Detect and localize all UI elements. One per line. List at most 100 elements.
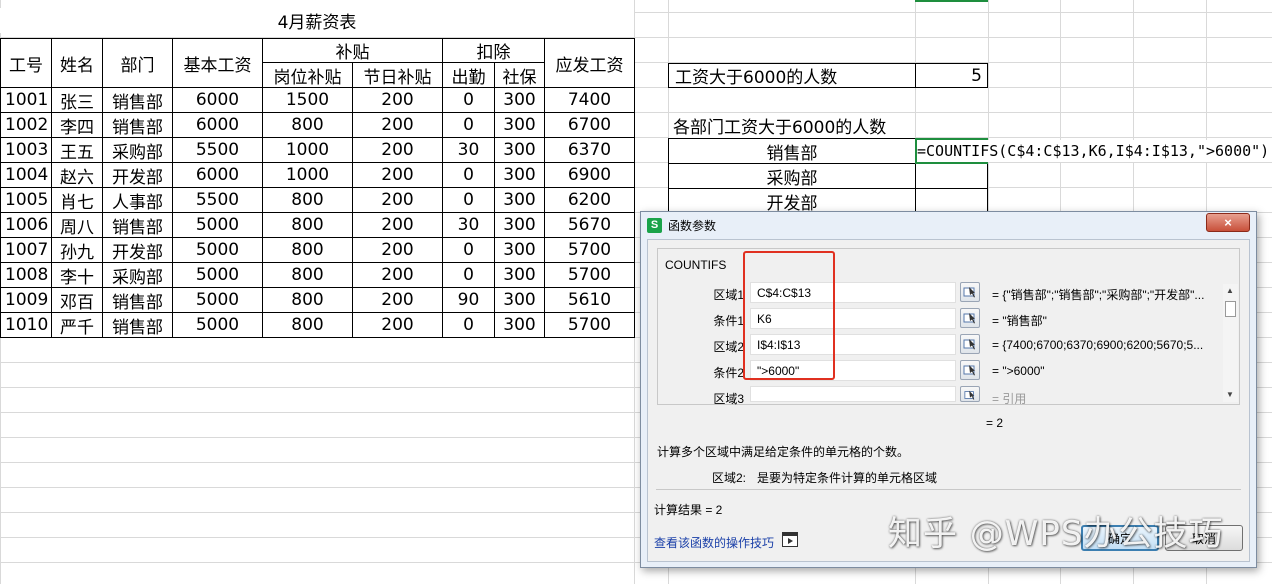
row-payable[interactable]: 6900 xyxy=(544,162,635,188)
arg-input-range3[interactable] xyxy=(750,386,956,402)
row-holiday-subsidy[interactable]: 200 xyxy=(352,262,443,288)
row-payable[interactable]: 5610 xyxy=(544,287,635,313)
row-holiday-subsidy[interactable]: 200 xyxy=(352,312,443,338)
row-id[interactable]: 1007 xyxy=(0,237,52,263)
close-button[interactable]: × xyxy=(1206,213,1250,232)
header-social-security[interactable]: 社保 xyxy=(494,62,545,88)
header-attendance[interactable]: 出勤 xyxy=(442,62,495,88)
row-post-subsidy[interactable]: 800 xyxy=(262,187,353,213)
row-id[interactable]: 1006 xyxy=(0,212,52,238)
row-base[interactable]: 5000 xyxy=(172,287,263,313)
row-post-subsidy[interactable]: 800 xyxy=(262,112,353,138)
row-social[interactable]: 300 xyxy=(494,237,545,263)
arguments-scrollbar[interactable]: ▲ ▼ xyxy=(1223,284,1238,402)
row-dept[interactable]: 销售部 xyxy=(102,287,173,313)
row-base[interactable]: 5000 xyxy=(172,262,263,288)
row-name[interactable]: 孙九 xyxy=(51,237,103,263)
row-base[interactable]: 5500 xyxy=(172,187,263,213)
header-name[interactable]: 姓名 xyxy=(51,38,103,88)
scroll-thumb[interactable] xyxy=(1225,301,1236,317)
row-base[interactable]: 5000 xyxy=(172,237,263,263)
dept-label-development[interactable]: 开发部 xyxy=(669,189,915,214)
row-attendance[interactable]: 30 xyxy=(442,212,495,238)
row-base[interactable]: 6000 xyxy=(172,87,263,113)
row-dept[interactable]: 销售部 xyxy=(102,87,173,113)
row-name[interactable]: 周八 xyxy=(51,212,103,238)
row-dept[interactable]: 销售部 xyxy=(102,212,173,238)
row-post-subsidy[interactable]: 800 xyxy=(262,312,353,338)
row-base[interactable]: 5000 xyxy=(172,312,263,338)
row-social[interactable]: 300 xyxy=(494,87,545,113)
row-id[interactable]: 1001 xyxy=(0,87,52,113)
row-name[interactable]: 肖七 xyxy=(51,187,103,213)
row-id[interactable]: 1003 xyxy=(0,137,52,163)
row-attendance[interactable]: 0 xyxy=(442,312,495,338)
row-post-subsidy[interactable]: 1000 xyxy=(262,162,353,188)
header-base-salary[interactable]: 基本工资 xyxy=(172,38,263,88)
row-name[interactable]: 李四 xyxy=(51,112,103,138)
row-name[interactable]: 李十 xyxy=(51,262,103,288)
row-id[interactable]: 1002 xyxy=(0,112,52,138)
row-attendance[interactable]: 0 xyxy=(442,112,495,138)
collapse-ref-icon[interactable] xyxy=(960,334,980,354)
row-social[interactable]: 300 xyxy=(494,212,545,238)
over6000-label[interactable]: 工资大于6000的人数 xyxy=(669,64,915,87)
over6000-value[interactable]: 5 xyxy=(916,64,987,87)
row-attendance[interactable]: 90 xyxy=(442,287,495,313)
header-subsidy[interactable]: 补贴 xyxy=(262,38,443,63)
row-dept[interactable]: 开发部 xyxy=(102,237,173,263)
scroll-down-icon[interactable]: ▼ xyxy=(1226,390,1234,399)
collapse-ref-icon[interactable] xyxy=(960,360,980,380)
row-id[interactable]: 1010 xyxy=(0,312,52,338)
header-dept[interactable]: 部门 xyxy=(102,38,173,88)
row-base[interactable]: 6000 xyxy=(172,162,263,188)
row-id[interactable]: 1004 xyxy=(0,162,52,188)
row-social[interactable]: 300 xyxy=(494,137,545,163)
collapse-ref-icon[interactable] xyxy=(960,282,980,302)
row-post-subsidy[interactable]: 1000 xyxy=(262,137,353,163)
header-id[interactable]: 工号 xyxy=(0,38,52,88)
row-base[interactable]: 6000 xyxy=(172,112,263,138)
row-social[interactable]: 300 xyxy=(494,112,545,138)
row-dept[interactable]: 开发部 xyxy=(102,162,173,188)
row-name[interactable]: 严千 xyxy=(51,312,103,338)
row-name[interactable]: 赵六 xyxy=(51,162,103,188)
collapse-ref-icon[interactable] xyxy=(960,386,980,402)
row-payable[interactable]: 5670 xyxy=(544,212,635,238)
row-dept[interactable]: 销售部 xyxy=(102,312,173,338)
row-holiday-subsidy[interactable]: 200 xyxy=(352,187,443,213)
row-attendance[interactable]: 0 xyxy=(442,262,495,288)
row-id[interactable]: 1009 xyxy=(0,287,52,313)
row-attendance[interactable]: 0 xyxy=(442,87,495,113)
row-dept[interactable]: 人事部 xyxy=(102,187,173,213)
row-name[interactable]: 邓百 xyxy=(51,287,103,313)
row-payable[interactable]: 6700 xyxy=(544,112,635,138)
row-dept[interactable]: 采购部 xyxy=(102,137,173,163)
row-holiday-subsidy[interactable]: 200 xyxy=(352,212,443,238)
row-post-subsidy[interactable]: 800 xyxy=(262,287,353,313)
row-attendance[interactable]: 0 xyxy=(442,187,495,213)
row-payable[interactable]: 5700 xyxy=(544,312,635,338)
row-id[interactable]: 1008 xyxy=(0,262,52,288)
row-social[interactable]: 300 xyxy=(494,287,545,313)
row-post-subsidy[interactable]: 800 xyxy=(262,262,353,288)
header-payable-salary[interactable]: 应发工资 xyxy=(544,38,635,88)
video-icon[interactable] xyxy=(782,532,798,547)
row-post-subsidy[interactable]: 1500 xyxy=(262,87,353,113)
row-social[interactable]: 300 xyxy=(494,312,545,338)
row-holiday-subsidy[interactable]: 200 xyxy=(352,162,443,188)
header-holiday-subsidy[interactable]: 节日补贴 xyxy=(352,62,443,88)
row-social[interactable]: 300 xyxy=(494,262,545,288)
row-holiday-subsidy[interactable]: 200 xyxy=(352,137,443,163)
row-base[interactable]: 5000 xyxy=(172,212,263,238)
dialog-titlebar[interactable]: S 函数参数 × xyxy=(641,212,1256,238)
row-post-subsidy[interactable]: 800 xyxy=(262,237,353,263)
row-post-subsidy[interactable]: 800 xyxy=(262,212,353,238)
row-base[interactable]: 5500 xyxy=(172,137,263,163)
row-holiday-subsidy[interactable]: 200 xyxy=(352,237,443,263)
row-payable[interactable]: 6200 xyxy=(544,187,635,213)
dept-label-purchasing[interactable]: 采购部 xyxy=(669,164,915,189)
row-payable[interactable]: 5700 xyxy=(544,262,635,288)
row-attendance[interactable]: 0 xyxy=(442,237,495,263)
header-post-subsidy[interactable]: 岗位补贴 xyxy=(262,62,353,88)
